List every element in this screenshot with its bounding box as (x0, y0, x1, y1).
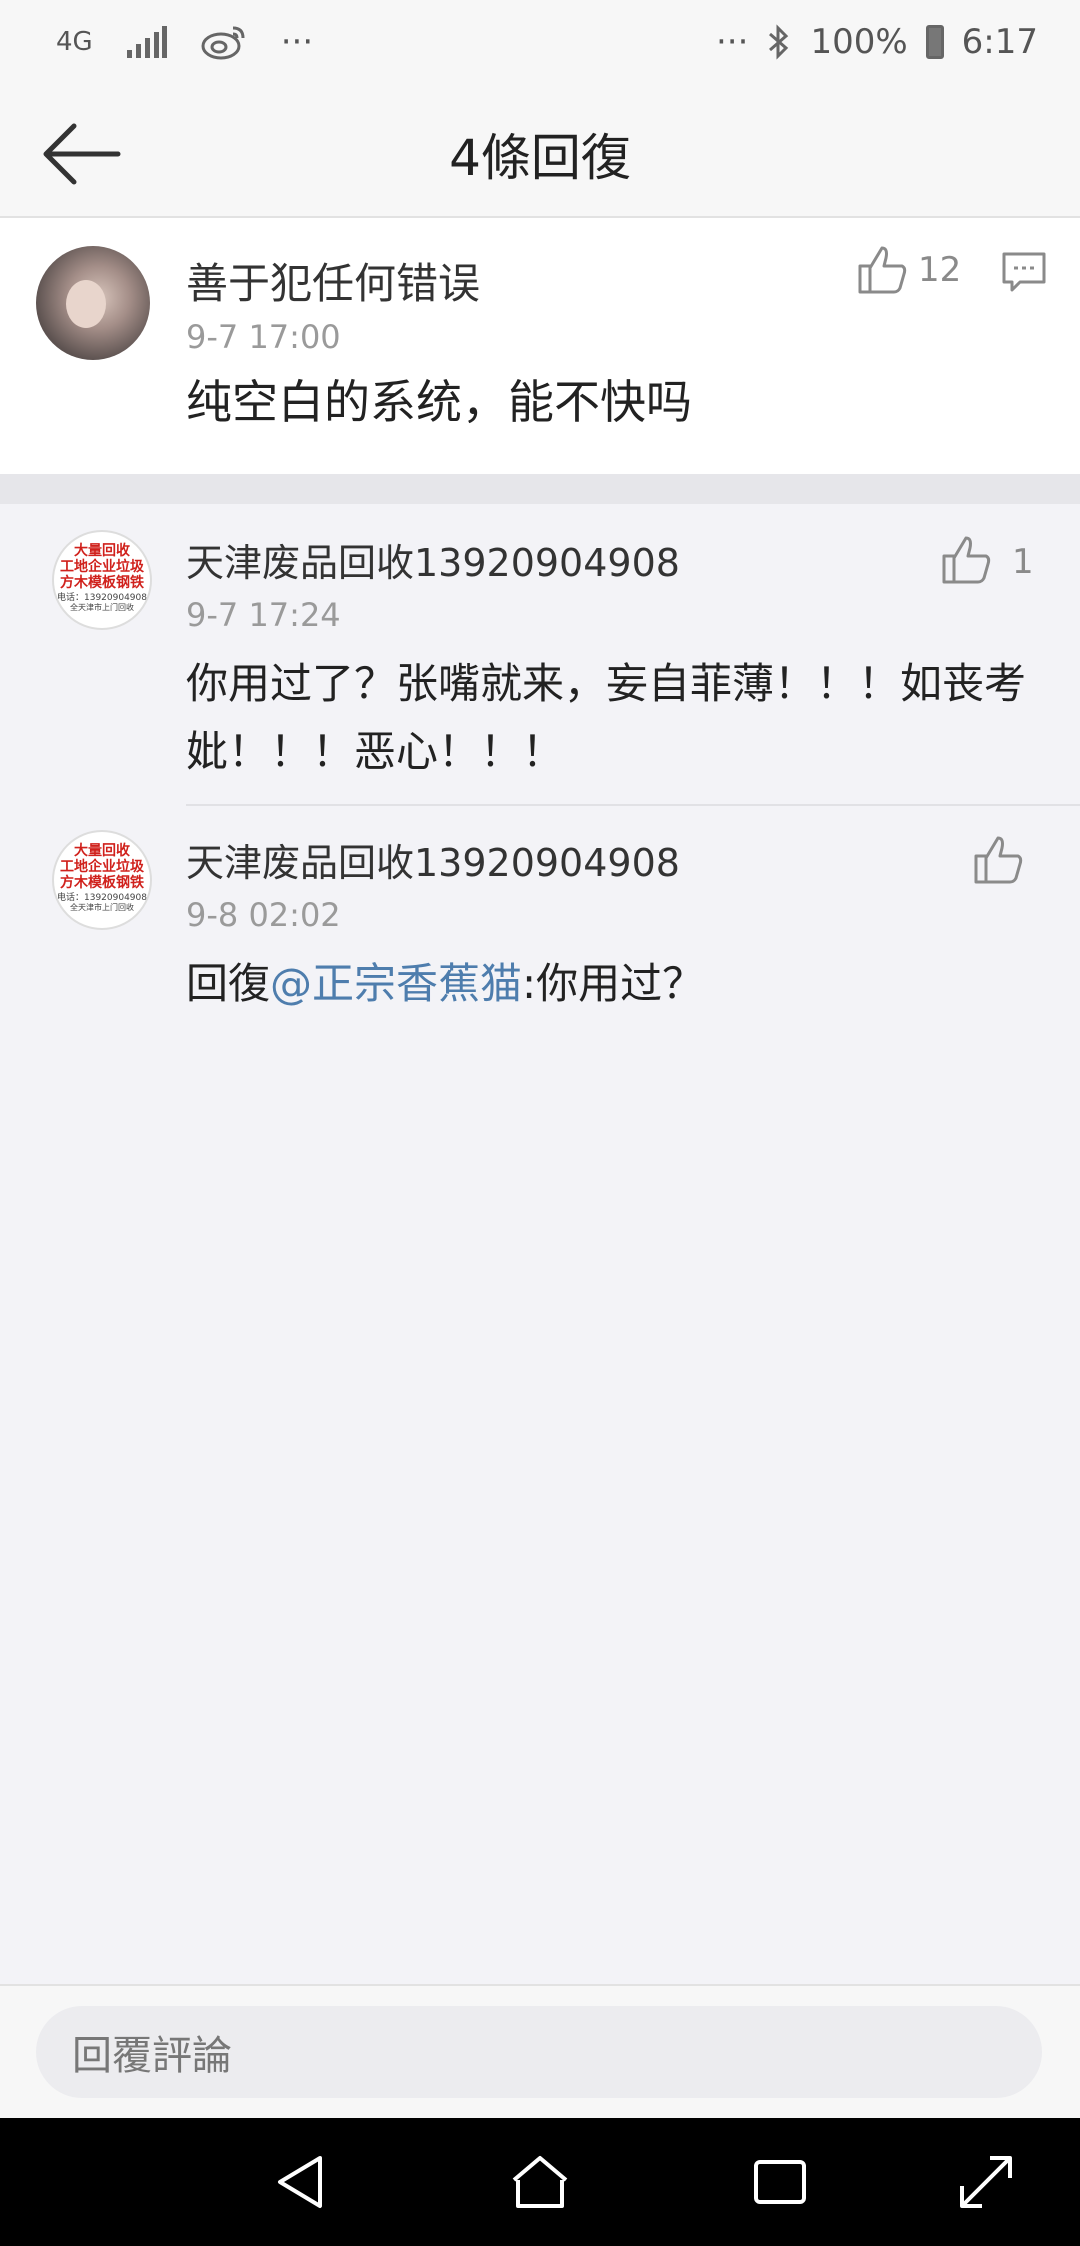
reply-author[interactable]: 天津废品回收13920904908 (186, 832, 680, 887)
bluetooth-icon (769, 24, 789, 60)
comment-icon (1002, 252, 1046, 292)
weibo-icon (201, 26, 245, 60)
reply-button[interactable] (1000, 248, 1048, 296)
like-count: 1 (1012, 542, 1034, 582)
triangle-back-icon (278, 2156, 322, 2208)
nav-back-button[interactable] (270, 2150, 334, 2214)
avatar[interactable]: 大量回收 工地企业垃圾 方木模板钢铁 电话：13920904908 全天津市上门… (52, 830, 152, 930)
reply-text-line2: 妣！！！恶心！！！ (186, 727, 565, 776)
battery-percent: 100% (810, 22, 908, 62)
more-notifications: ··· (280, 22, 314, 62)
reply-input-bar: 回覆評論 (0, 1984, 1080, 2118)
nav-recents-button[interactable] (748, 2150, 812, 2214)
nav-bar: 4條回復 (0, 90, 1080, 218)
home-icon (512, 2156, 568, 2208)
thumbs-up-icon (974, 836, 1023, 884)
thumbs-up-icon (942, 536, 991, 584)
thumbs-up-icon (858, 246, 907, 294)
like-button[interactable] (940, 534, 992, 586)
reply-prefix: 回復 (186, 959, 271, 1008)
avatar[interactable]: 大量回收 工地企业垃圾 方木模板钢铁 电话：13920904908 全天津市上门… (52, 530, 152, 630)
section-divider (0, 474, 1080, 504)
nav-expand-button[interactable] (954, 2150, 1018, 2214)
avatar-text-line5: 全天津市上门回收 (70, 603, 134, 612)
reply-divider (186, 804, 1080, 806)
comment-author[interactable]: 善于犯任何错误 (186, 250, 480, 311)
avatar-face (66, 280, 106, 328)
status-left: 4G ··· (56, 22, 313, 62)
mention-link[interactable]: @正宗香蕉猫 (270, 959, 522, 1008)
avatar-text-line3: 方木模板钢铁 (60, 575, 144, 591)
reply-list: 大量回收 工地企业垃圾 方木模板钢铁 电话：13920904908 全天津市上门… (0, 504, 1080, 1034)
status-right: ··· 100% 6:17 (716, 22, 1038, 62)
reply-author[interactable]: 天津废品回收13920904908 (186, 532, 680, 587)
avatar[interactable] (36, 246, 150, 360)
avatar-text-line3: 方木模板钢铁 (60, 875, 144, 891)
system-nav-bar (0, 2118, 1080, 2246)
network-indicator: 4G (56, 27, 93, 57)
reply-text-line1: 你用过了？张嘴就来，妄自菲薄！！！如丧考 (186, 659, 1027, 708)
reply-input[interactable]: 回覆評論 (36, 2006, 1042, 2098)
clock: 6:17 (961, 22, 1038, 62)
avatar-text-line5: 全天津市上门回收 (70, 903, 134, 912)
reply-suffix: :你用过？ (522, 959, 705, 1008)
expand-icon (960, 2156, 1012, 2208)
status-bar: 4G ··· ··· 100% 6:17 (0, 0, 1080, 90)
nav-home-button[interactable] (508, 2150, 572, 2214)
battery-icon (925, 25, 944, 59)
like-button[interactable] (856, 244, 908, 296)
recents-icon (754, 2160, 806, 2204)
reply-time: 9-7 17:24 (186, 596, 341, 634)
more-indicator: ··· (716, 22, 749, 62)
page-title: 4條回復 (449, 129, 631, 187)
reply-text: 回復@正宗香蕉猫:你用过？ (186, 950, 704, 1018)
reply-time: 9-8 02:02 (186, 896, 341, 934)
like-count: 12 (918, 250, 962, 290)
comment-time: 9-7 17:00 (186, 318, 341, 356)
comment-text: 纯空白的系统，能不快吗 (186, 375, 692, 429)
main-comment: 善于犯任何错误 9-7 17:00 纯空白的系统，能不快吗 12 (0, 218, 1080, 474)
signal-icon (126, 26, 167, 58)
like-button[interactable] (972, 834, 1024, 886)
